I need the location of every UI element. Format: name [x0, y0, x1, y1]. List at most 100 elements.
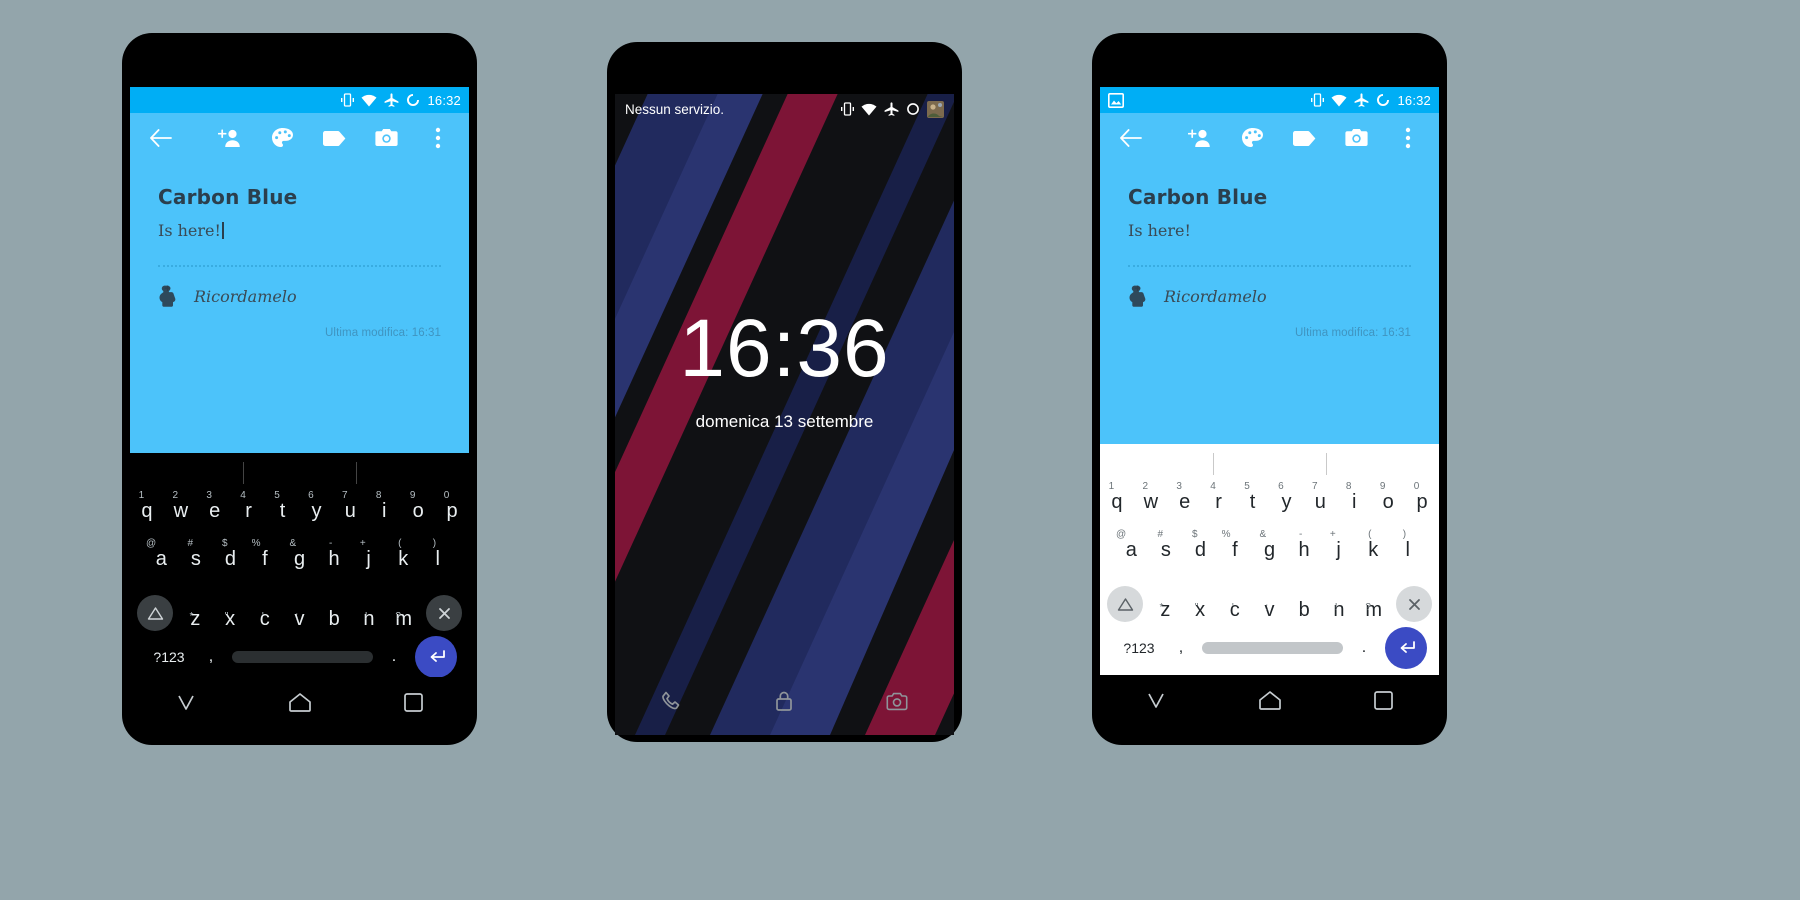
reminder-row[interactable]: Ricordamelo	[158, 285, 441, 307]
key-z[interactable]: * z	[178, 608, 213, 631]
key-e[interactable]: 3e	[198, 487, 232, 535]
key-y[interactable]: 6y	[300, 487, 334, 535]
key-w[interactable]: 2w	[164, 487, 198, 535]
backspace-key[interactable]	[1391, 586, 1437, 622]
suggestion-strip[interactable]	[1100, 450, 1439, 478]
key-p[interactable]: 0p	[435, 487, 469, 535]
key-letter: e	[209, 499, 221, 522]
key-e[interactable]: 3e	[1168, 478, 1202, 526]
key-x[interactable]: " x	[213, 608, 248, 631]
overflow-menu-button[interactable]	[421, 121, 455, 155]
note-text[interactable]: Is here!	[158, 221, 221, 240]
key-h[interactable]: -h	[1287, 526, 1322, 574]
lockscreen[interactable]: Nessun servizio. 16:36 domenica 13 sette…	[615, 94, 954, 735]
key-c[interactable]: ' c	[247, 608, 282, 631]
key-f[interactable]: % f	[1218, 526, 1253, 574]
phone-shortcut-button[interactable]	[661, 691, 682, 717]
key-b[interactable]: ; b	[317, 608, 352, 631]
space-bar-key[interactable]	[232, 651, 373, 663]
back-arrow-button[interactable]	[1114, 121, 1148, 155]
home-nav-button[interactable]	[288, 692, 312, 718]
lock-indicator[interactable]	[774, 690, 794, 717]
key-b[interactable]: ; b	[1287, 599, 1322, 622]
key-z[interactable]: * z	[1148, 599, 1183, 622]
backspace-key[interactable]	[421, 595, 467, 631]
note-text[interactable]: Is here!	[1128, 221, 1191, 240]
key-o[interactable]: 9o	[1371, 478, 1405, 526]
comma-key[interactable]: ,	[196, 648, 226, 666]
tag-button[interactable]	[1287, 121, 1321, 155]
tag-button[interactable]	[317, 121, 351, 155]
key-v[interactable]: :v	[1252, 599, 1287, 622]
period-key[interactable]: .	[1349, 639, 1379, 657]
key-y[interactable]: 6y	[1270, 478, 1304, 526]
key-t[interactable]: 5t	[1236, 478, 1270, 526]
key-q[interactable]: 1q	[1100, 478, 1134, 526]
period-key[interactable]: .	[379, 648, 409, 666]
key-h[interactable]: -h	[317, 535, 352, 583]
key-m[interactable]: ? m	[386, 608, 421, 631]
key-u[interactable]: 7u	[1303, 478, 1337, 526]
key-q[interactable]: 1q	[130, 487, 164, 535]
key-k[interactable]: (k	[1356, 526, 1391, 574]
space-bar-key[interactable]	[1202, 642, 1343, 654]
key-g[interactable]: & g	[1252, 526, 1287, 574]
key-j[interactable]: + j	[1321, 526, 1356, 574]
enter-key[interactable]	[415, 636, 457, 678]
key-j[interactable]: + j	[351, 535, 386, 583]
back-nav-button[interactable]	[175, 693, 197, 718]
palette-button[interactable]	[265, 121, 299, 155]
wifi-icon	[1331, 94, 1347, 106]
key-s[interactable]: # s	[179, 535, 214, 583]
key-r[interactable]: 4r	[232, 487, 266, 535]
key-s[interactable]: # s	[1149, 526, 1184, 574]
key-l[interactable]: ) l	[420, 535, 455, 583]
shift-key[interactable]	[132, 595, 178, 631]
add-person-button[interactable]	[213, 121, 247, 155]
camera-shortcut-button[interactable]	[886, 692, 908, 716]
key-p[interactable]: 0p	[1405, 478, 1439, 526]
key-a[interactable]: @ a	[144, 535, 179, 583]
camera-button[interactable]	[1339, 121, 1373, 155]
key-x[interactable]: " x	[1183, 599, 1218, 622]
key-l[interactable]: ) l	[1390, 526, 1425, 574]
key-m[interactable]: ? m	[1356, 599, 1391, 622]
overflow-menu-button[interactable]	[1391, 121, 1425, 155]
key-k[interactable]: (k	[386, 535, 421, 583]
recents-nav-icon	[1373, 691, 1393, 710]
add-person-button[interactable]	[1183, 121, 1217, 155]
key-i[interactable]: 8i	[1337, 478, 1371, 526]
home-nav-button[interactable]	[1258, 690, 1282, 716]
recents-nav-button[interactable]	[1373, 690, 1394, 716]
key-w[interactable]: 2w	[1134, 478, 1168, 526]
key-r[interactable]: 4r	[1202, 478, 1236, 526]
key-f[interactable]: % f	[248, 535, 283, 583]
suggestion-strip[interactable]	[130, 459, 469, 487]
palette-button[interactable]	[1235, 121, 1269, 155]
key-g[interactable]: & g	[282, 535, 317, 583]
key-n[interactable]: ! n	[352, 608, 387, 631]
key-t[interactable]: 5t	[266, 487, 300, 535]
comma-key[interactable]: ,	[1166, 639, 1196, 657]
camera-button[interactable]	[369, 121, 403, 155]
key-v[interactable]: :v	[282, 608, 317, 631]
back-nav-button[interactable]	[1145, 691, 1167, 716]
reminder-row[interactable]: Ricordamelo	[1128, 285, 1411, 307]
enter-key[interactable]	[1385, 627, 1427, 669]
avatar-icon[interactable]	[927, 100, 944, 118]
keyboard-row-1: 1q2w3e4r5t6y7u8i9o0p	[130, 487, 469, 535]
symbols-key[interactable]: ?123	[142, 649, 196, 665]
symbols-key[interactable]: ?123	[1112, 640, 1166, 656]
key-u[interactable]: 7u	[333, 487, 367, 535]
key-n[interactable]: ! n	[1322, 599, 1357, 622]
key-a[interactable]: @ a	[1114, 526, 1149, 574]
key-d[interactable]: $ d	[1183, 526, 1218, 574]
key-i[interactable]: 8i	[367, 487, 401, 535]
shift-key[interactable]	[1102, 586, 1148, 622]
back-arrow-button[interactable]	[144, 121, 178, 155]
key-hint: 3	[206, 490, 212, 501]
key-d[interactable]: $ d	[213, 535, 248, 583]
key-o[interactable]: 9o	[401, 487, 435, 535]
recents-nav-button[interactable]	[403, 692, 424, 718]
key-c[interactable]: ' c	[1217, 599, 1252, 622]
